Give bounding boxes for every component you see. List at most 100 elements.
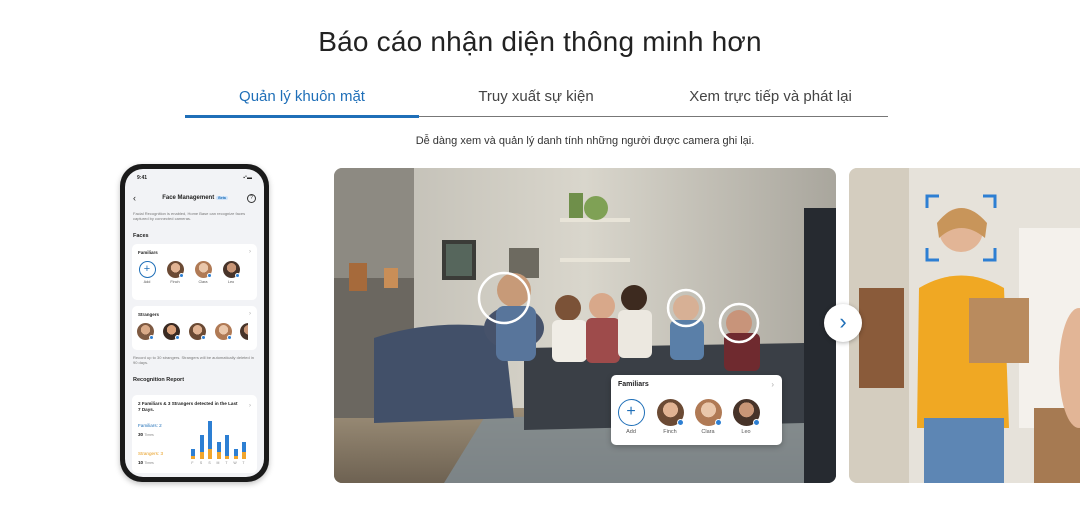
face-avatar xyxy=(240,323,248,340)
familiar-segment xyxy=(191,448,195,456)
stranger-item[interactable] xyxy=(240,323,248,342)
face-item[interactable]: Leo xyxy=(731,399,761,435)
check-badge-icon xyxy=(676,419,684,426)
back-icon[interactable]: ‹ xyxy=(133,193,143,203)
status-icons: ▪ᐤ▬ xyxy=(243,175,252,181)
report-bar xyxy=(242,441,246,459)
check-badge-icon xyxy=(714,419,722,426)
app-title: Face Management Beta xyxy=(143,195,247,201)
face-avatar xyxy=(214,323,232,340)
check-badge-icon xyxy=(148,335,154,340)
tab-label: Quản lý khuôn mặt xyxy=(239,88,365,105)
familiars-label: Familiars xyxy=(138,250,158,255)
tab-label: Truy xuất sự kiện xyxy=(478,88,594,105)
delivery-photo xyxy=(849,168,1080,483)
familiar-segment xyxy=(242,441,246,452)
familiars-card[interactable]: Familiars › + Add Finch Clara Leo xyxy=(132,244,257,300)
report-bar xyxy=(208,420,212,459)
stranger-item[interactable] xyxy=(162,323,180,342)
times-unit: Times xyxy=(144,433,154,437)
face-item[interactable]: Clara xyxy=(693,399,723,435)
app-description: Facial Recognition is enabled, Home Base… xyxy=(133,211,246,221)
day-label: S xyxy=(199,461,203,465)
face-avatar xyxy=(136,323,154,340)
face-item[interactable]: Finch xyxy=(166,261,184,284)
check-badge-icon xyxy=(174,335,180,340)
plus-icon: + xyxy=(138,261,156,278)
chevron-right-icon: › xyxy=(249,311,251,317)
stranger-item[interactable] xyxy=(136,323,154,342)
faces-heading: Faces xyxy=(133,233,149,239)
strangers-count: Strangers: 3 xyxy=(138,451,164,456)
face-name: Add xyxy=(143,280,151,284)
day-label: W xyxy=(233,461,237,465)
face-avatar xyxy=(694,399,722,426)
day-label: T xyxy=(225,461,228,465)
face-avatar xyxy=(194,261,212,278)
next-slide-button[interactable]: › xyxy=(824,304,862,342)
day-label: M xyxy=(216,461,220,465)
familiars-times: 30 Times xyxy=(138,432,154,437)
familiars-times-value: 30 xyxy=(138,432,144,437)
face-avatar xyxy=(162,323,180,340)
stranger-segment xyxy=(208,448,212,459)
overlay-title: Familiars xyxy=(618,381,649,388)
report-heading: Recognition Report xyxy=(133,377,185,383)
face-avatar xyxy=(656,399,684,426)
report-card[interactable]: 2 Familiars & 3 Strangers detected in th… xyxy=(132,395,257,473)
tab-event-retrieval[interactable]: Truy xuất sự kiện xyxy=(419,84,653,117)
chevron-right-icon: › xyxy=(249,249,251,255)
familiar-segment xyxy=(199,434,204,452)
report-bar xyxy=(191,448,195,459)
strangers-times: 10 Times xyxy=(138,460,154,465)
help-icon[interactable]: ? xyxy=(247,193,256,203)
report-bar-chart xyxy=(190,417,250,459)
face-name: Finch xyxy=(663,429,677,435)
delivery-illustration xyxy=(849,168,1080,483)
face-name: Leo xyxy=(227,280,235,284)
face-name: Clara xyxy=(198,280,208,284)
status-time: 9:41 xyxy=(137,175,148,181)
familiar-segment xyxy=(225,434,229,456)
familiar-segment xyxy=(208,420,212,449)
face-name: Finch xyxy=(170,280,180,284)
check-badge-icon xyxy=(752,419,760,426)
tab-live-playback[interactable]: Xem trực tiếp và phát lại xyxy=(653,84,888,117)
day-label: S xyxy=(208,461,211,465)
add-face-button[interactable]: + Add xyxy=(616,399,646,435)
plus-icon: + xyxy=(617,399,645,426)
stranger-segment xyxy=(225,455,229,459)
times-unit: Times xyxy=(144,461,154,465)
phone-screen: 9:41 ▪ᐤ▬ ‹ Face Management Beta ? Facial … xyxy=(125,169,264,477)
stranger-segment xyxy=(216,452,221,459)
face-avatar xyxy=(732,399,760,426)
tab-face-management[interactable]: Quản lý khuôn mặt xyxy=(185,84,419,118)
stranger-segment xyxy=(199,452,204,459)
strangers-card[interactable]: Strangers › xyxy=(132,306,257,350)
face-item[interactable]: Clara xyxy=(194,261,212,284)
stranger-item[interactable] xyxy=(214,323,232,342)
familiar-segment xyxy=(233,448,238,456)
app-header: ‹ Face Management Beta ? xyxy=(133,192,256,204)
chevron-right-icon: › xyxy=(839,309,847,334)
familiars-overlay-card[interactable]: Familiars › + Add Finch Clara Leo xyxy=(611,375,782,445)
add-face-button[interactable]: + Add xyxy=(138,261,156,284)
report-bar xyxy=(199,434,204,459)
phone-mockup: 9:41 ▪ᐤ▬ ‹ Face Management Beta ? Facial … xyxy=(120,164,269,482)
face-avatar xyxy=(222,261,240,278)
stranger-item[interactable] xyxy=(188,323,206,342)
check-badge-icon xyxy=(200,335,206,340)
report-summary: 2 Familiars & 3 Strangers detected in th… xyxy=(138,401,238,412)
face-avatar xyxy=(166,261,184,278)
tab-label: Xem trực tiếp và phát lại xyxy=(689,88,852,105)
beta-badge: Beta xyxy=(216,196,228,200)
stranger-segment xyxy=(242,452,246,459)
familiars-count: Familiars: 2 xyxy=(138,423,162,428)
familiar-segment xyxy=(216,441,221,452)
face-item[interactable]: Finch xyxy=(655,399,685,435)
face-item[interactable]: Leo xyxy=(222,261,240,284)
stranger-segment xyxy=(191,455,195,459)
face-name: Clara xyxy=(701,429,715,435)
report-bar xyxy=(216,441,221,459)
stranger-segment xyxy=(233,455,238,459)
